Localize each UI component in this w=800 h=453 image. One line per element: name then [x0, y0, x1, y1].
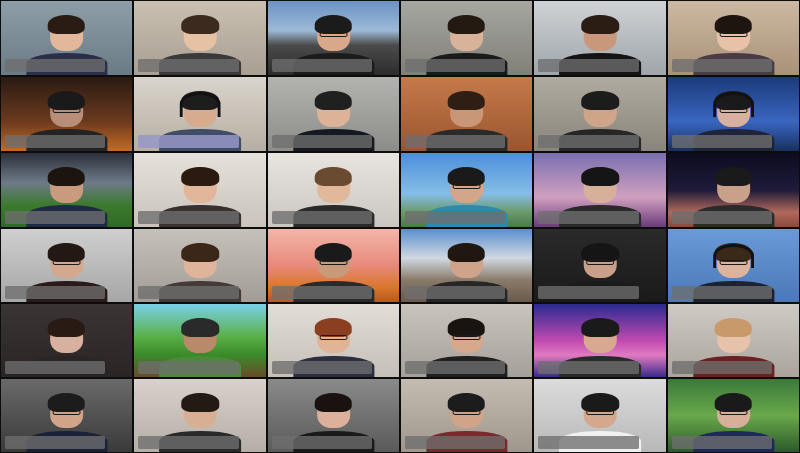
participant-name-label	[405, 436, 505, 449]
video-tile[interactable]	[400, 152, 533, 228]
participant-name-label	[405, 59, 505, 72]
video-tile[interactable]	[667, 303, 800, 378]
participant-name-label	[405, 286, 505, 299]
video-tile[interactable]	[133, 76, 267, 152]
video-tile[interactable]	[0, 378, 133, 453]
video-tile[interactable]	[400, 0, 533, 76]
participant-name-label	[272, 286, 372, 299]
participant-name-label	[538, 59, 639, 72]
participant-name-label	[672, 59, 772, 72]
video-tile[interactable]	[267, 152, 400, 228]
participant-name-label	[405, 135, 505, 148]
participant-name-label	[138, 361, 239, 374]
participant-name-label	[5, 286, 105, 299]
video-tile[interactable]	[133, 378, 267, 453]
glasses-icon	[319, 32, 348, 38]
participant-name-label	[538, 286, 639, 299]
video-tile[interactable]	[0, 0, 133, 76]
participant-name-label	[138, 211, 239, 224]
glasses-icon	[52, 259, 81, 265]
video-tile[interactable]	[533, 228, 667, 303]
video-tile[interactable]	[267, 228, 400, 303]
participant-name-label	[5, 135, 105, 148]
video-tile[interactable]	[667, 76, 800, 152]
participant-name-label	[538, 436, 639, 449]
participant-name-label	[138, 59, 239, 72]
participant-name-label	[538, 211, 639, 224]
video-tile[interactable]	[533, 76, 667, 152]
headset-icon	[713, 244, 754, 269]
video-tile[interactable]	[267, 303, 400, 378]
video-tile[interactable]	[533, 0, 667, 76]
participant-name-label	[672, 135, 772, 148]
glasses-icon	[719, 409, 748, 415]
participant-name-label	[5, 361, 105, 374]
video-tile[interactable]	[0, 303, 133, 378]
participant-name-label	[672, 286, 772, 299]
video-gallery-grid	[0, 0, 800, 453]
glasses-icon	[586, 259, 614, 265]
glasses-icon	[319, 334, 348, 340]
headset-icon	[713, 92, 754, 117]
glasses-icon	[319, 259, 348, 265]
participant-name-label	[272, 135, 372, 148]
participant-name-label	[672, 436, 772, 449]
video-tile[interactable]	[533, 303, 667, 378]
participant-name-label	[272, 436, 372, 449]
glasses-icon	[452, 334, 481, 340]
participant-name-label	[538, 135, 639, 148]
video-tile[interactable]	[267, 0, 400, 76]
video-tile[interactable]	[533, 152, 667, 228]
video-tile[interactable]	[0, 152, 133, 228]
headset-icon	[179, 92, 221, 117]
participant-name-label	[272, 59, 372, 72]
participant-name-label	[138, 135, 239, 148]
video-tile[interactable]	[667, 228, 800, 303]
video-tile[interactable]	[667, 152, 800, 228]
video-tile[interactable]	[0, 76, 133, 152]
participant-name-label	[5, 211, 105, 224]
participant-name-label	[5, 59, 105, 72]
video-tile[interactable]	[400, 228, 533, 303]
video-tile[interactable]	[400, 303, 533, 378]
video-tile[interactable]	[533, 378, 667, 453]
glasses-icon	[719, 32, 748, 38]
participant-name-label	[138, 286, 239, 299]
video-tile[interactable]	[0, 228, 133, 303]
participant-name-label	[672, 361, 772, 374]
participant-name-label	[138, 436, 239, 449]
video-tile[interactable]	[267, 76, 400, 152]
participant-name-label	[405, 361, 505, 374]
glasses-icon	[452, 409, 481, 415]
video-tile[interactable]	[400, 378, 533, 453]
participant-name-label	[272, 361, 372, 374]
video-tile[interactable]	[667, 378, 800, 453]
video-tile[interactable]	[133, 303, 267, 378]
glasses-icon	[52, 108, 81, 114]
video-tile[interactable]	[400, 76, 533, 152]
glasses-icon	[452, 184, 481, 190]
participant-name-label	[672, 211, 772, 224]
participant-name-label	[538, 361, 639, 374]
video-tile[interactable]	[133, 228, 267, 303]
glasses-icon	[52, 409, 81, 415]
video-tile[interactable]	[667, 0, 800, 76]
video-tile[interactable]	[133, 0, 267, 76]
video-tile[interactable]	[267, 378, 400, 453]
participant-name-label	[272, 211, 372, 224]
participant-name-label	[405, 211, 505, 224]
glasses-icon	[586, 409, 614, 415]
video-tile[interactable]	[133, 152, 267, 228]
participant-name-label	[5, 436, 105, 449]
